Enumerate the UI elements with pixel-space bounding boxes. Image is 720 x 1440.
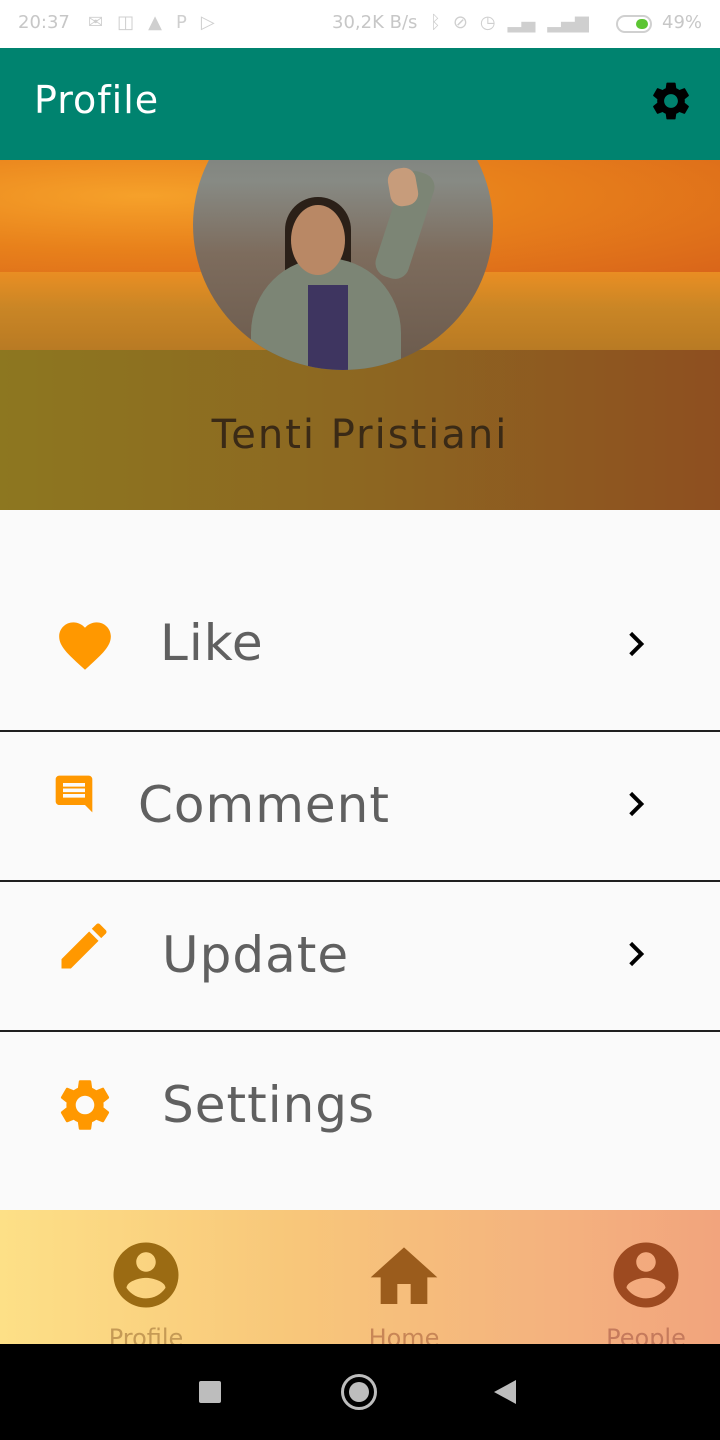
recents-button[interactable] <box>199 1381 221 1403</box>
nav-label: People <box>606 1324 686 1344</box>
pencil-icon <box>61 923 107 969</box>
status-icons-left: ✉ ◫ ▲ P ▷ <box>88 12 215 33</box>
instagram-icon: ◫ <box>117 12 135 33</box>
heart-icon <box>59 622 111 670</box>
gear-icon[interactable] <box>648 78 694 124</box>
menu-item-settings[interactable]: Settings <box>0 1032 720 1210</box>
app-bar: Profile <box>0 48 720 160</box>
bluetooth-icon: ᛒ <box>430 12 441 33</box>
menu-item-label: Like <box>160 614 264 672</box>
wifi-signal-icon: ▂▄ <box>507 12 536 33</box>
menu-item-like[interactable]: Like <box>0 570 720 730</box>
nav-item-home[interactable]: Home <box>344 1236 464 1344</box>
profile-header: Tenti Pristiani <box>0 160 720 510</box>
play-icon: ▷ <box>200 12 215 33</box>
nav-label: Home <box>368 1324 440 1344</box>
nav-item-profile[interactable]: Profile <box>86 1236 206 1344</box>
p-icon: P <box>175 12 187 33</box>
profile-name: Tenti Pristiani <box>211 412 509 458</box>
bottom-nav: Profile Home People <box>0 1210 720 1344</box>
menu-item-label: Comment <box>138 776 390 834</box>
alarm-icon: ◷ <box>479 12 496 33</box>
mail-icon: ✉ <box>88 12 104 33</box>
menu-item-update[interactable]: Update <box>0 882 720 1030</box>
home-button-dot <box>349 1382 369 1402</box>
chevron-right-icon <box>629 631 645 657</box>
menu-item-comment[interactable]: Comment <box>0 732 720 880</box>
battery-icon <box>616 15 652 33</box>
system-nav-bar <box>0 1344 720 1440</box>
back-button[interactable] <box>494 1380 516 1404</box>
status-time: 20:37 <box>18 12 70 33</box>
status-bar: 20:37 ✉ ◫ ▲ P ▷ 30,2K B/s ᛒ ⊘ ◷ ▂▄ ▂▄▆ 4… <box>0 0 720 48</box>
comment-icon <box>55 775 93 813</box>
home-icon <box>370 1247 438 1304</box>
gear-icon <box>60 1080 110 1130</box>
battery-percent: 49% <box>662 12 703 33</box>
chevron-right-icon <box>629 791 645 817</box>
warning-icon: ▲ <box>148 12 162 33</box>
signal-icon: ▂▄▆ <box>547 12 589 33</box>
chevron-right-icon <box>629 941 645 967</box>
menu-item-label: Update <box>162 926 350 984</box>
status-icons-right: ᛒ ⊘ ◷ ▂▄ ▂▄▆ <box>430 12 589 33</box>
page-title: Profile <box>34 78 160 122</box>
account-circle-icon <box>613 1242 679 1308</box>
nav-item-people[interactable]: People <box>586 1236 706 1344</box>
menu-item-label: Settings <box>162 1076 376 1134</box>
nav-label: Profile <box>108 1324 184 1344</box>
network-speed: 30,2K B/s <box>332 12 418 33</box>
account-circle-icon <box>113 1242 179 1308</box>
mute-icon: ⊘ <box>452 12 468 33</box>
